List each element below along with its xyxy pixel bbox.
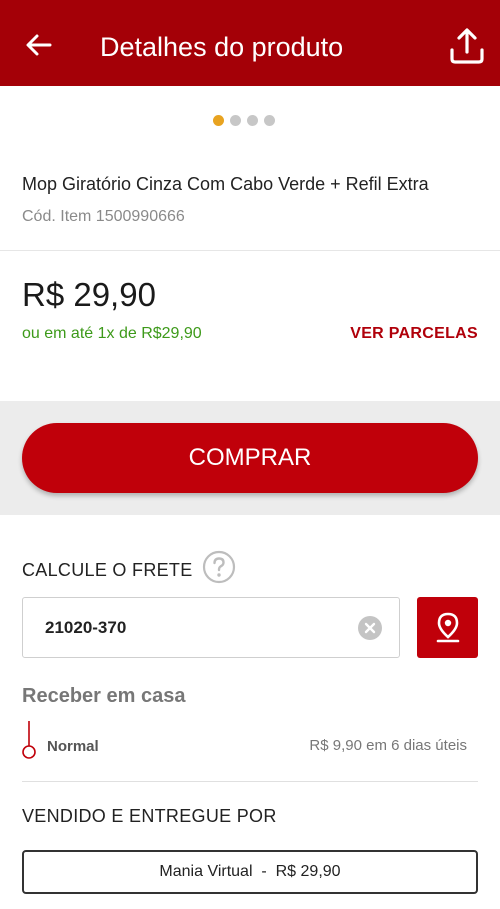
seller-separator [253,863,262,881]
shipping-option-label[interactable]: Normal [47,738,99,755]
seller-price: R$ 29,90 [275,863,341,880]
view-installments-link[interactable]: VER PARCELAS [350,325,478,343]
freight-label: CALCULE O FRETE [22,560,193,580]
map-pin-icon [436,612,459,642]
cep-input[interactable]: 21020-370 [22,597,400,658]
seller-separator-space [267,863,276,881]
carousel-dot[interactable] [230,115,241,126]
seller-button[interactable]: Mania Virtual - R$ 29,90 [22,850,478,894]
clear-circle-icon[interactable] [357,615,383,641]
installments-text: ou em até 1x de R$29,90 [22,325,202,342]
carousel-dot[interactable] [213,115,224,126]
arrow-left-icon[interactable] [24,30,54,60]
radio-unselected-icon[interactable] [20,720,38,760]
product-code: Cód. Item 1500990666 [22,208,185,225]
shipping-option-price: R$ 9,90 em 6 dias úteis [309,737,467,754]
carousel-indicator [213,115,275,126]
location-button[interactable] [417,597,478,658]
divider [0,250,500,251]
sold-by-label: VENDIDO E ENTREGUE POR [22,806,277,826]
receive-at-home-title: Receber em casa [22,685,186,707]
seller-name: Mania Virtual [159,863,253,880]
carousel-dot[interactable] [247,115,258,126]
product-name: Mop Giratório Cinza Com Cabo Verde + Ref… [22,174,429,194]
question-circle-icon[interactable] [202,550,236,584]
product-price: R$ 29,90 [22,276,156,313]
page-title: Detalhes do produto [100,32,344,62]
carousel-dot[interactable] [264,115,275,126]
cep-value[interactable]: 21020-370 [45,618,126,638]
buy-button[interactable]: COMPRAR [22,423,478,493]
divider [22,781,478,782]
app-header: Detalhes do produto [0,0,500,86]
share-upload-icon[interactable] [448,26,486,66]
